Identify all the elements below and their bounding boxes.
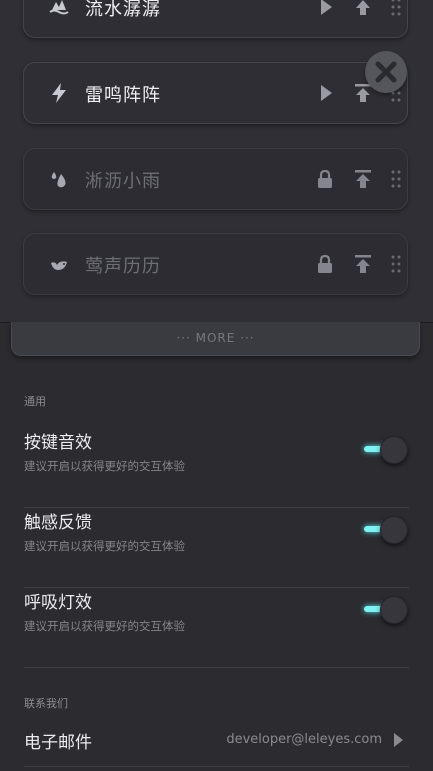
email-value: developer@leleyes.com bbox=[226, 732, 382, 747]
email-row[interactable]: 电子邮件 developer@leleyes.com bbox=[24, 722, 409, 767]
move-to-top-icon[interactable] bbox=[352, 168, 374, 190]
setting-title: 触感反馈 bbox=[24, 513, 92, 533]
lock-icon bbox=[318, 254, 332, 273]
rain-drops-icon bbox=[51, 172, 66, 188]
drag-handle-icon[interactable] bbox=[391, 168, 401, 190]
email-label: 电子邮件 bbox=[24, 733, 92, 753]
lock-icon bbox=[318, 169, 332, 188]
more-button[interactable]: ··· MORE ··· bbox=[11, 322, 420, 356]
toggle-knob bbox=[380, 596, 408, 624]
sound-name: 淅沥小雨 bbox=[85, 171, 161, 192]
more-label: ··· MORE ··· bbox=[176, 331, 255, 345]
chevron-right-icon bbox=[394, 733, 403, 747]
setting-title: 呼吸灯效 bbox=[24, 593, 92, 613]
water-icon bbox=[49, 0, 69, 15]
sound-name: 流水潺潺 bbox=[85, 0, 161, 20]
bird-icon bbox=[51, 261, 67, 270]
haptic-feedback-toggle[interactable] bbox=[364, 516, 408, 544]
sound-card-water[interactable]: 流水潺潺 bbox=[23, 0, 408, 38]
sound-name: 莺声历历 bbox=[85, 256, 161, 277]
setting-subtitle: 建议开启以获得更好的交互体验 bbox=[24, 539, 185, 553]
setting-haptic-feedback: 触感反馈 建议开启以获得更好的交互体验 bbox=[24, 508, 409, 588]
toggle-knob bbox=[380, 436, 408, 464]
sound-list-panel: 流水潺潺 雷鸣阵阵 淅沥小雨 莺声历历 bbox=[0, 0, 433, 323]
sound-card-light-rain[interactable]: 淅沥小雨 bbox=[23, 148, 408, 210]
setting-key-sound: 按键音效 建议开启以获得更好的交互体验 bbox=[24, 428, 409, 508]
move-to-top-icon[interactable] bbox=[352, 0, 374, 18]
breathing-light-toggle[interactable] bbox=[364, 596, 408, 624]
drag-handle-icon[interactable] bbox=[391, 253, 401, 275]
setting-breathing-light: 呼吸灯效 建议开启以获得更好的交互体验 bbox=[24, 588, 409, 668]
drag-handle-icon[interactable] bbox=[391, 0, 401, 18]
sound-card-birdsong[interactable]: 莺声历历 bbox=[23, 233, 408, 295]
setting-title: 按键音效 bbox=[24, 433, 92, 453]
lightning-icon bbox=[52, 83, 66, 103]
close-icon bbox=[375, 61, 397, 83]
sound-name: 雷鸣阵阵 bbox=[85, 85, 161, 106]
close-button[interactable] bbox=[365, 51, 407, 93]
key-sound-toggle[interactable] bbox=[364, 436, 408, 464]
setting-subtitle: 建议开启以获得更好的交互体验 bbox=[24, 619, 185, 633]
setting-subtitle: 建议开启以获得更好的交互体验 bbox=[24, 459, 185, 473]
toggle-knob bbox=[380, 516, 408, 544]
contact-section-title: 联系我们 bbox=[24, 697, 68, 710]
sound-card-thunder[interactable]: 雷鸣阵阵 bbox=[23, 62, 408, 124]
move-to-top-icon[interactable] bbox=[352, 253, 374, 275]
general-section-title: 通用 bbox=[24, 395, 46, 408]
play-icon[interactable] bbox=[318, 82, 334, 104]
play-icon[interactable] bbox=[318, 0, 334, 18]
